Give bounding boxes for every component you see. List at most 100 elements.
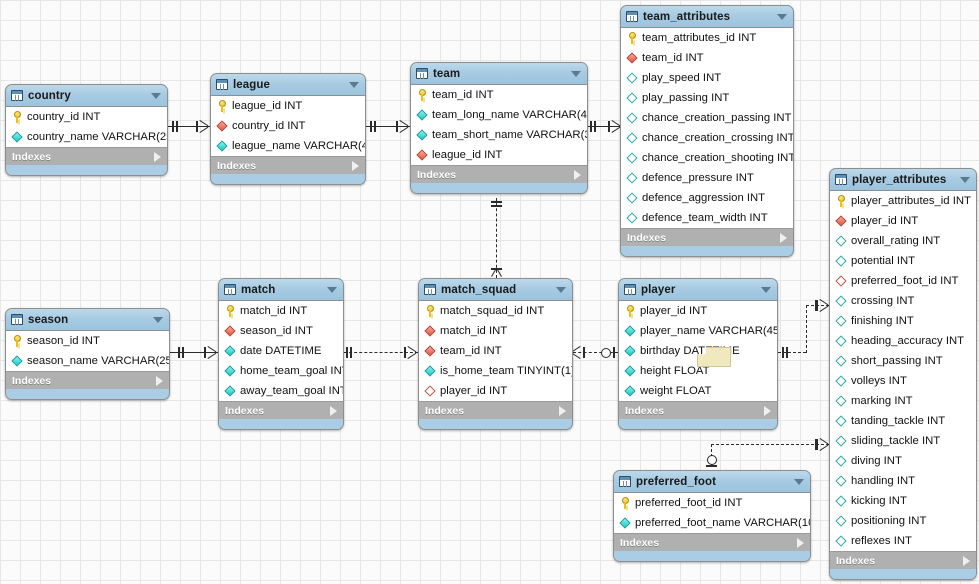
column-row[interactable]: home_team_goal INT — [219, 361, 343, 381]
column-row[interactable]: overall_rating INT — [830, 231, 976, 251]
column-row[interactable]: player_id INT — [619, 301, 777, 321]
column-row[interactable]: defence_team_width INT — [621, 208, 793, 228]
column-row[interactable]: country_name VARCHAR(25) — [6, 127, 167, 147]
chevron-right-icon[interactable] — [574, 169, 581, 180]
chevron-right-icon[interactable] — [352, 160, 359, 171]
indexes-section-team[interactable]: Indexes — [411, 165, 587, 183]
indexes-section-player_attributes[interactable]: Indexes — [830, 551, 976, 569]
column-row[interactable]: league_name VARCHAR(45) — [211, 136, 365, 156]
column-row[interactable]: handling INT — [830, 471, 976, 491]
chevron-right-icon[interactable] — [797, 537, 804, 548]
table-header-team_attributes[interactable]: team_attributes — [621, 6, 793, 28]
chevron-down-icon[interactable] — [349, 81, 359, 88]
column-row[interactable]: short_passing INT — [830, 351, 976, 371]
chevron-down-icon[interactable] — [327, 286, 337, 293]
column-row[interactable]: team_id INT — [621, 48, 793, 68]
column-row[interactable]: match_id INT — [419, 321, 572, 341]
indexes-section-country[interactable]: Indexes — [6, 147, 167, 165]
column-row[interactable]: tanding_tackle INT — [830, 411, 976, 431]
column-row[interactable]: country_id INT — [6, 107, 167, 127]
chevron-down-icon[interactable] — [571, 70, 581, 77]
table-preferred_foot[interactable]: preferred_foot preferred_foot_id INT prefe… — [613, 470, 811, 562]
table-header-match[interactable]: match — [219, 279, 343, 301]
table-header-player_attributes[interactable]: player_attributes — [830, 169, 976, 191]
column-row[interactable]: match_id INT — [219, 301, 343, 321]
table-header-league[interactable]: league — [211, 74, 365, 96]
chevron-right-icon[interactable] — [330, 405, 337, 416]
column-row[interactable]: play_speed INT — [621, 68, 793, 88]
column-row[interactable]: chance_creation_shooting INT — [621, 148, 793, 168]
chevron-right-icon[interactable] — [156, 375, 163, 386]
column-row[interactable]: kicking INT — [830, 491, 976, 511]
column-row[interactable]: team_short_name VARCHAR(3) — [411, 125, 587, 145]
chevron-down-icon[interactable] — [761, 286, 771, 293]
column-row[interactable]: country_id INT — [211, 116, 365, 136]
chevron-down-icon[interactable] — [151, 92, 161, 99]
column-row[interactable]: preferred_foot_id INT — [614, 493, 810, 513]
chevron-down-icon[interactable] — [556, 286, 566, 293]
er-diagram-canvas[interactable]: country country_id INT country_name VARCHA… — [0, 0, 979, 584]
column-row[interactable]: preferred_foot_id INT — [830, 271, 976, 291]
column-row[interactable]: season_id INT — [219, 321, 343, 341]
column-row[interactable]: team_id INT — [411, 85, 587, 105]
column-row[interactable]: diving INT — [830, 451, 976, 471]
column-row[interactable]: chance_creation_crossing INT — [621, 128, 793, 148]
table-header-match_squad[interactable]: match_squad — [419, 279, 572, 301]
table-header-player[interactable]: player — [619, 279, 777, 301]
indexes-section-league[interactable]: Indexes — [211, 156, 365, 174]
table-league[interactable]: league league_id INT country_id INT league_… — [210, 73, 366, 185]
column-row[interactable]: chance_creation_passing INT — [621, 108, 793, 128]
table-match[interactable]: match match_id INT season_id INT date DATET… — [218, 278, 344, 430]
chevron-down-icon[interactable] — [960, 176, 970, 183]
column-row[interactable]: defence_aggression INT — [621, 188, 793, 208]
indexes-section-preferred_foot[interactable]: Indexes — [614, 533, 810, 551]
column-row[interactable]: crossing INT — [830, 291, 976, 311]
column-row[interactable]: team_id INT — [419, 341, 572, 361]
column-row[interactable]: volleys INT — [830, 371, 976, 391]
table-header-season[interactable]: season — [6, 309, 169, 331]
chevron-right-icon[interactable] — [559, 405, 566, 416]
chevron-right-icon[interactable] — [154, 151, 161, 162]
column-row[interactable]: league_id INT — [411, 145, 587, 165]
column-row[interactable]: player_name VARCHAR(45) — [619, 321, 777, 341]
table-player[interactable]: player player_id INT player_name VARCHAR(4… — [618, 278, 778, 430]
column-row[interactable]: marking INT — [830, 391, 976, 411]
column-row[interactable]: positioning INT — [830, 511, 976, 531]
column-row[interactable]: season_id INT — [6, 331, 169, 351]
column-row[interactable]: player_id INT — [419, 381, 572, 401]
column-row[interactable]: heading_accuracy INT — [830, 331, 976, 351]
table-season[interactable]: season season_id INT season_name VARCHAR(2… — [5, 308, 170, 400]
column-row[interactable]: potential INT — [830, 251, 976, 271]
column-row[interactable]: play_passing INT — [621, 88, 793, 108]
column-row[interactable]: defence_pressure INT — [621, 168, 793, 188]
table-country[interactable]: country country_id INT country_name VARCHA… — [5, 84, 168, 176]
indexes-section-season[interactable]: Indexes — [6, 371, 169, 389]
table-match_squad[interactable]: match_squad match_squad_id INT match_id IN… — [418, 278, 573, 430]
table-header-preferred_foot[interactable]: preferred_foot — [614, 471, 810, 493]
column-row[interactable]: finishing INT — [830, 311, 976, 331]
indexes-section-player[interactable]: Indexes — [619, 401, 777, 419]
chevron-down-icon[interactable] — [153, 316, 163, 323]
indexes-section-match_squad[interactable]: Indexes — [419, 401, 572, 419]
table-team_attributes[interactable]: team_attributes team_attributes_id INT tea… — [620, 5, 794, 257]
indexes-section-match[interactable]: Indexes — [219, 401, 343, 419]
chevron-down-icon[interactable] — [794, 478, 804, 485]
column-row[interactable]: team_long_name VARCHAR(45) — [411, 105, 587, 125]
column-row[interactable]: player_attributes_id INT — [830, 191, 976, 211]
column-row[interactable]: reflexes INT — [830, 531, 976, 551]
column-row[interactable]: team_attributes_id INT — [621, 28, 793, 48]
table-team[interactable]: team team_id INT team_long_name VARCHAR(45… — [410, 62, 588, 194]
column-row[interactable]: match_squad_id INT — [419, 301, 572, 321]
chevron-right-icon[interactable] — [764, 405, 771, 416]
chevron-down-icon[interactable] — [777, 13, 787, 20]
column-row[interactable]: sliding_tackle INT — [830, 431, 976, 451]
column-row[interactable]: season_name VARCHAR(25) — [6, 351, 169, 371]
column-row[interactable]: away_team_goal INT — [219, 381, 343, 401]
column-row[interactable]: league_id INT — [211, 96, 365, 116]
column-row[interactable]: weight FLOAT — [619, 381, 777, 401]
column-row[interactable]: is_home_team TINYINT(1) — [419, 361, 572, 381]
chevron-right-icon[interactable] — [780, 232, 787, 243]
table-header-country[interactable]: country — [6, 85, 167, 107]
table-player_attributes[interactable]: player_attributes player_attributes_id IN… — [829, 168, 977, 580]
column-row[interactable]: date DATETIME — [219, 341, 343, 361]
